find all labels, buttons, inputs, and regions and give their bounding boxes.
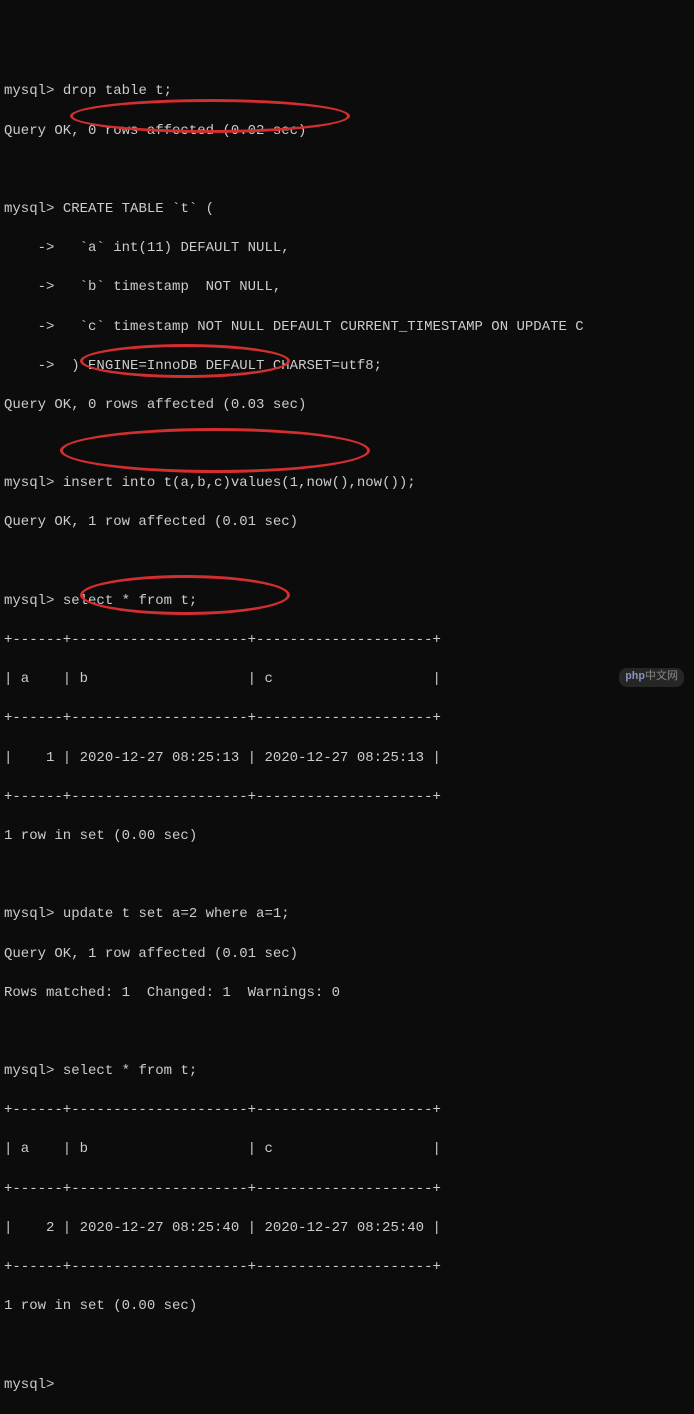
select-command: select * from t; [63, 593, 197, 609]
table-header: | a | b | c | [4, 1140, 690, 1160]
mysql-prompt: mysql> [4, 906, 54, 922]
watermark: php中文网 [619, 668, 684, 687]
table-border: +------+---------------------+----------… [4, 1101, 690, 1121]
update-command: update t set a=2 where a=1; [63, 906, 290, 922]
terminal-line: mysql> [4, 1376, 690, 1396]
blank-line [4, 1336, 690, 1356]
table-border: +------+---------------------+----------… [4, 1258, 690, 1278]
query-result: Query OK, 1 row affected (0.01 sec) [4, 945, 690, 965]
table-row: | 2 | 2020-12-27 08:25:40 | 2020-12-27 0… [4, 1219, 690, 1239]
continuation-prompt: -> [4, 358, 54, 374]
insert-command: insert into t(a,b,c)values(1,now(),now()… [63, 475, 416, 491]
terminal-line: -> `b` timestamp NOT NULL, [4, 278, 690, 298]
table-border: +------+---------------------+----------… [4, 1180, 690, 1200]
blank-line [4, 161, 690, 181]
terminal-line: mysql> CREATE TABLE `t` ( [4, 200, 690, 220]
table-footer: 1 row in set (0.00 sec) [4, 1297, 690, 1317]
query-result: Query OK, 1 row affected (0.01 sec) [4, 513, 690, 533]
terminal-line: mysql> select * from t; [4, 1062, 690, 1082]
rows-matched: Rows matched: 1 Changed: 1 Warnings: 0 [4, 984, 690, 1004]
mysql-prompt: mysql> [4, 593, 54, 609]
select-command: select * from t; [63, 1063, 197, 1079]
create-command: CREATE TABLE `t` ( [63, 201, 214, 217]
create-col-c: `c` timestamp NOT NULL DEFAULT CURRENT_T… [63, 319, 584, 335]
terminal-line: mysql> drop table t; [4, 82, 690, 102]
blank-line [4, 435, 690, 455]
continuation-prompt: -> [4, 240, 54, 256]
terminal-line: -> `a` int(11) DEFAULT NULL, [4, 239, 690, 259]
mysql-prompt: mysql> [4, 83, 54, 99]
table-row: | 1 | 2020-12-27 08:25:13 | 2020-12-27 0… [4, 749, 690, 769]
terminal-line: mysql> insert into t(a,b,c)values(1,now(… [4, 474, 690, 494]
watermark-php: php [625, 671, 645, 683]
table-border: +------+---------------------+----------… [4, 631, 690, 651]
create-col-b: `b` timestamp NOT NULL, [63, 279, 281, 295]
query-result: Query OK, 0 rows affected (0.02 sec) [4, 122, 690, 142]
mysql-prompt: mysql> [4, 475, 54, 491]
watermark-text: 中文网 [645, 671, 678, 683]
create-end: ) ENGINE=InnoDB DEFAULT CHARSET=utf8; [63, 358, 382, 374]
table-footer: 1 row in set (0.00 sec) [4, 827, 690, 847]
blank-line [4, 1023, 690, 1043]
table-header: | a | b | c | [4, 670, 690, 690]
terminal-line: -> ) ENGINE=InnoDB DEFAULT CHARSET=utf8; [4, 357, 690, 377]
create-col-a: `a` int(11) DEFAULT NULL, [63, 240, 290, 256]
mysql-prompt: mysql> [4, 1377, 54, 1393]
mysql-prompt: mysql> [4, 201, 54, 217]
mysql-prompt: mysql> [4, 1063, 54, 1079]
terminal-line: mysql> select * from t; [4, 592, 690, 612]
continuation-prompt: -> [4, 279, 54, 295]
query-result: Query OK, 0 rows affected (0.03 sec) [4, 396, 690, 416]
drop-command: drop table t; [63, 83, 172, 99]
continuation-prompt: -> [4, 319, 54, 335]
terminal-line: mysql> update t set a=2 where a=1; [4, 905, 690, 925]
blank-line [4, 553, 690, 573]
table-border: +------+---------------------+----------… [4, 709, 690, 729]
blank-line [4, 866, 690, 886]
table-border: +------+---------------------+----------… [4, 788, 690, 808]
terminal-line: -> `c` timestamp NOT NULL DEFAULT CURREN… [4, 318, 690, 338]
